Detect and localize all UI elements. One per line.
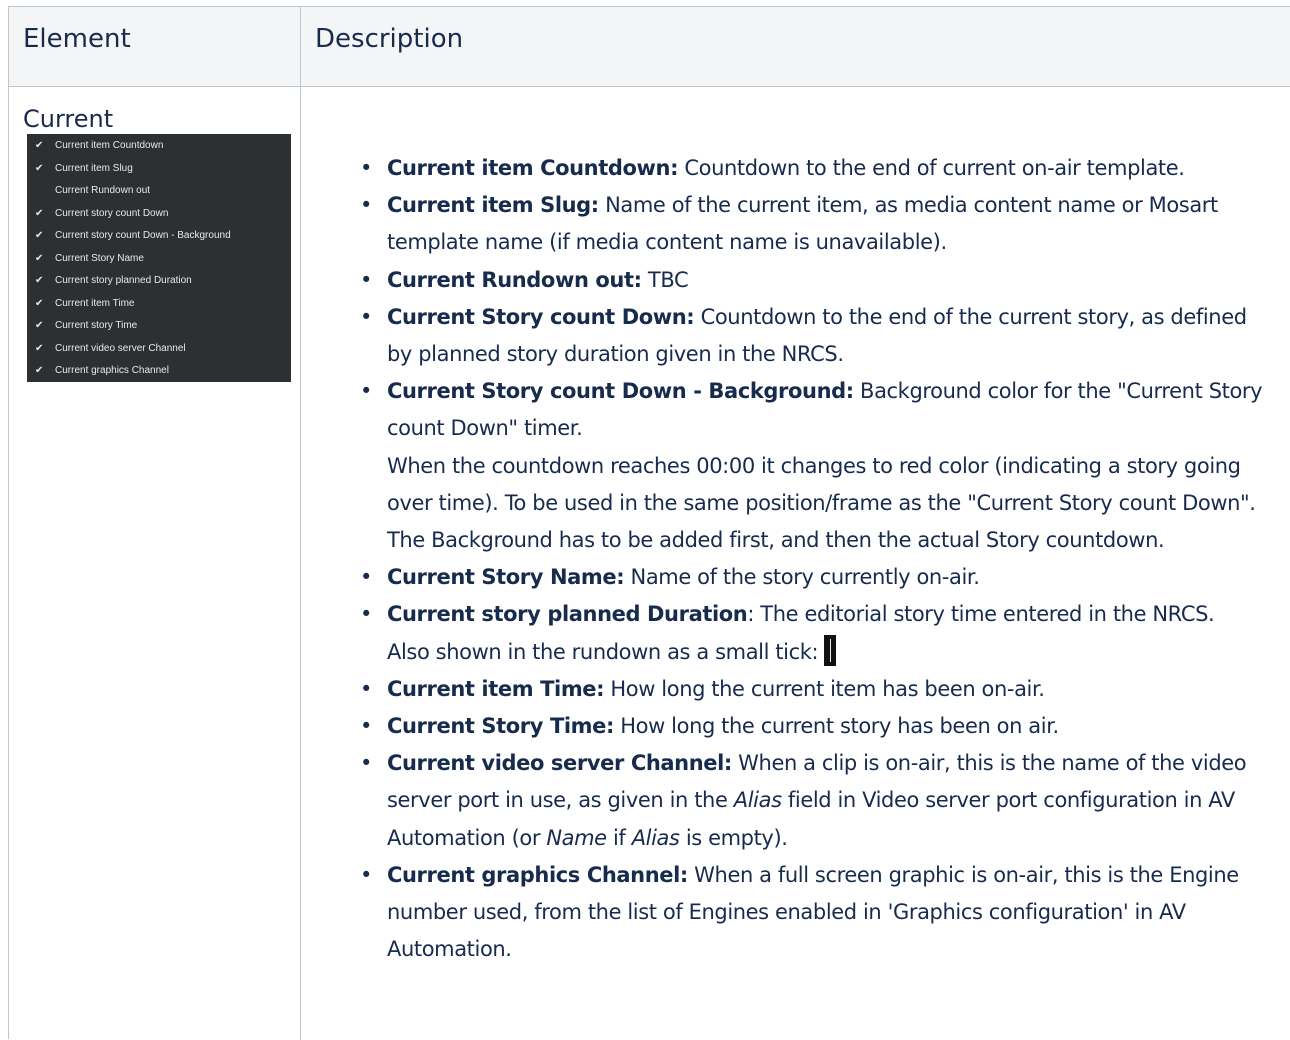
menu-item: ✔ Current story count Down <box>35 207 169 219</box>
term: Current Story Time: <box>387 714 615 739</box>
alias-term: Alias <box>631 825 680 850</box>
definition: : The editorial story time entered in th… <box>747 602 1215 627</box>
list-item: • Current Story count Down - Background: … <box>360 373 1275 559</box>
list-item: • Current video server Channel: When a cl… <box>360 745 1275 857</box>
menu-item: Current Rundown out <box>55 185 151 196</box>
check-icon: ✔ <box>35 140 44 151</box>
check-icon: ✔ <box>35 365 44 376</box>
list-item: • Current Story Name: Name of the story c… <box>360 559 1275 596</box>
check-icon: ✔ <box>35 207 44 219</box>
definition: is empty). <box>679 825 788 850</box>
menu-item: ✔ Current item Countdown <box>35 140 164 151</box>
term: Current item Countdown: <box>387 156 679 180</box>
definition: How long the current story has been on a… <box>614 714 1059 739</box>
definition: How long the current item has been on-ai… <box>604 676 1045 701</box>
term: Current item Slug: <box>387 193 599 218</box>
bullet: • <box>360 304 372 329</box>
bullet: • <box>360 156 372 180</box>
menu-item: ✔ Current graphics Channel <box>35 365 169 376</box>
check-icon: ✔ <box>35 297 44 309</box>
header-description: Description <box>315 24 464 54</box>
bullet: • <box>360 751 372 776</box>
menu-screenshot: ✔ Current item Countdown ✔ Current item Sl… <box>27 134 291 382</box>
check-icon: ✔ <box>35 252 44 264</box>
term: Current video server Channel: <box>387 751 732 776</box>
menu-item: ✔ Current item Time <box>35 297 135 309</box>
name-term: Name <box>546 825 607 850</box>
list-item: • Current graphics Channel: When a full s… <box>360 857 1275 969</box>
definition: Name of the story currently on-air. <box>624 565 980 590</box>
element-title: Current <box>23 105 114 133</box>
bullet: • <box>360 267 372 292</box>
check-icon: ✔ <box>35 230 44 241</box>
bullet: • <box>360 602 372 627</box>
column-divider <box>300 7 301 1040</box>
bullet: • <box>360 565 372 590</box>
list-item: • Current item Countdown: Countdown to th… <box>360 150 1275 187</box>
term: Current Rundown out: <box>387 267 642 292</box>
description-list: • Current item Countdown: Countdown to th… <box>360 150 1275 968</box>
bullet: • <box>360 379 372 404</box>
list-item: • Current Story count Down: Countdown to … <box>360 299 1275 373</box>
bullet: • <box>360 193 372 218</box>
check-icon: ✔ <box>35 342 44 354</box>
list-item: • Current item Slug: Name of the current … <box>360 187 1275 261</box>
list-item: • Current story planned Duration: The edi… <box>360 596 1275 670</box>
check-icon: ✔ <box>35 275 44 286</box>
header-element: Element <box>23 24 131 54</box>
check-icon: ✔ <box>35 162 44 174</box>
menu-item: ✔ Current story count Down - Background <box>35 230 231 241</box>
alias-term: Alias <box>733 788 782 813</box>
check-icon: ✔ <box>35 320 44 331</box>
term: Current graphics Channel: <box>387 862 688 887</box>
list-item: • Current Story Time: How long the curren… <box>360 708 1275 745</box>
bullet: • <box>360 714 372 739</box>
menu-item: ✔ Current story planned Duration <box>35 275 192 286</box>
rundown-tick-icon <box>824 634 837 666</box>
bullet: • <box>360 676 372 701</box>
bullet: • <box>360 862 372 887</box>
menu-item: ✔ Current Story Name <box>35 252 144 264</box>
term: Current Story count Down - Background: <box>387 379 854 404</box>
menu-item: ✔ Current video server Channel <box>35 342 186 354</box>
list-item: • Current Rundown out: TBC <box>360 262 1275 299</box>
menu-item: ✔ Current item Slug <box>35 162 133 174</box>
term: Current item Time: <box>387 676 605 701</box>
menu-item: ✔ Current story Time <box>35 320 138 331</box>
term: Current Story count Down: <box>387 304 695 329</box>
definition-continued: Also shown in the rundown as a small tic… <box>387 639 819 664</box>
definition: TBC <box>641 267 689 292</box>
table-header-row: Element Description <box>9 7 1290 87</box>
definition: if <box>606 825 632 850</box>
definition: Countdown to the end of current on-air t… <box>678 156 1185 180</box>
term: Current Story Name: <box>387 565 625 590</box>
list-item: • Current item Time: How long the current… <box>360 671 1275 708</box>
term: Current story planned Duration <box>387 602 748 627</box>
definition-continued: When the countdown reaches 00:00 it chan… <box>387 453 1256 553</box>
